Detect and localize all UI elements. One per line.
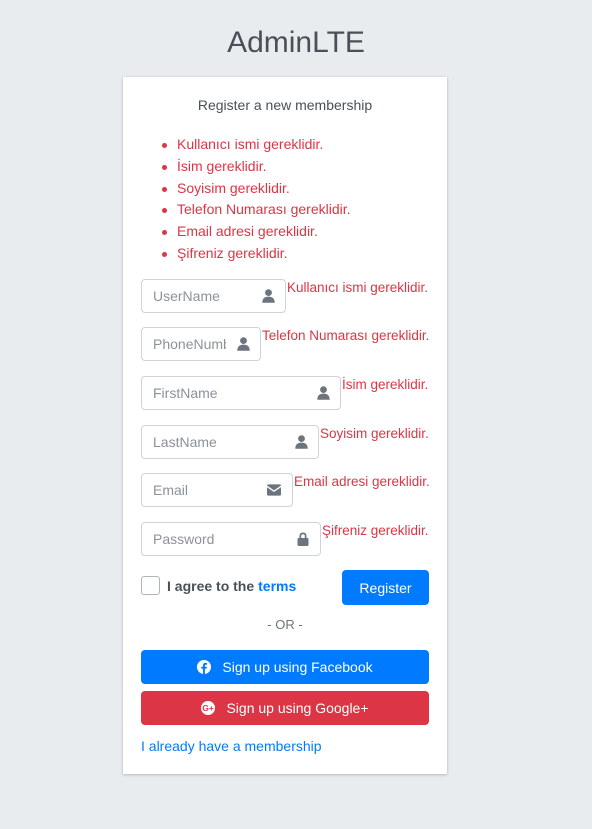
firstname-input[interactable] [142, 377, 306, 409]
user-icon [316, 386, 330, 400]
lastname-input[interactable] [142, 426, 284, 458]
username-input[interactable] [142, 280, 251, 312]
user-icon [236, 337, 250, 351]
firstname-error: İsim gereklidir. [342, 377, 429, 392]
login-link[interactable]: I already have a membership [141, 738, 322, 754]
phone-error: Telefon Numarası gereklidir. [262, 328, 430, 343]
facebook-signup-label: Sign up using Facebook [222, 659, 373, 675]
validation-error: İsim gereklidir. [162, 156, 351, 178]
validation-error: Telefon Numarası gereklidir. [162, 199, 351, 221]
app-logo[interactable]: AdminLTE [0, 26, 592, 60]
password-error: Şifreniz gereklidir. [322, 523, 429, 538]
lastname-group: Soyisim gereklidir. [141, 425, 429, 459]
facebook-signup-button[interactable]: Sign up using Facebook [141, 650, 429, 684]
register-button[interactable]: Register [342, 570, 429, 605]
email-error: Email adresi gereklidir. [294, 474, 430, 489]
google-signup-button[interactable]: G+ Sign up using Google+ [141, 691, 429, 725]
username-group: Kullanıcı ismi gereklidir. [141, 279, 428, 313]
terms-label[interactable]: I agree to the [167, 578, 254, 594]
email-field-wrap [141, 473, 293, 507]
register-message: Register a new membership [197, 97, 373, 113]
user-icon [294, 435, 308, 449]
password-group: Şifreniz gereklidir. [141, 522, 429, 556]
logo-light: LTE [312, 26, 365, 59]
or-divider: - OR - [267, 617, 303, 632]
username-error: Kullanıcı ismi gereklidir. [287, 280, 429, 295]
svg-text:G+: G+ [203, 703, 215, 713]
password-input[interactable] [142, 523, 286, 555]
lastname-error: Soyisim gereklidir. [320, 426, 429, 441]
username-field-wrap [141, 279, 286, 313]
lock-icon [296, 532, 310, 546]
register-card: Register a new membership Kullanıcı ismi… [123, 77, 447, 774]
firstname-field-wrap [141, 376, 341, 410]
email-input[interactable] [142, 474, 258, 506]
validation-error: Şifreniz gereklidir. [162, 243, 351, 265]
validation-summary: Kullanıcı ismi gereklidir. İsim gereklid… [162, 134, 351, 265]
terms-checkbox[interactable] [141, 576, 160, 595]
user-icon [261, 289, 275, 303]
validation-error: Kullanıcı ismi gereklidir. [162, 134, 351, 156]
terms-row: I agree to the terms [141, 576, 296, 595]
phone-field-wrap [141, 327, 261, 361]
validation-error: Soyisim gereklidir. [162, 178, 351, 200]
phone-group: Telefon Numarası gereklidir. [141, 327, 429, 361]
password-field-wrap [141, 522, 321, 556]
lastname-field-wrap [141, 425, 319, 459]
email-group: Email adresi gereklidir. [141, 473, 430, 507]
google-plus-icon: G+ [201, 701, 216, 715]
logo-bold: Admin [227, 26, 313, 59]
envelope-icon [267, 483, 281, 497]
validation-error: Email adresi gereklidir. [162, 221, 351, 243]
facebook-icon [197, 660, 212, 674]
phone-input[interactable] [142, 328, 226, 360]
google-signup-label: Sign up using Google+ [226, 700, 369, 716]
terms-link[interactable]: terms [258, 578, 296, 594]
firstname-group: İsim gereklidir. [141, 376, 428, 410]
